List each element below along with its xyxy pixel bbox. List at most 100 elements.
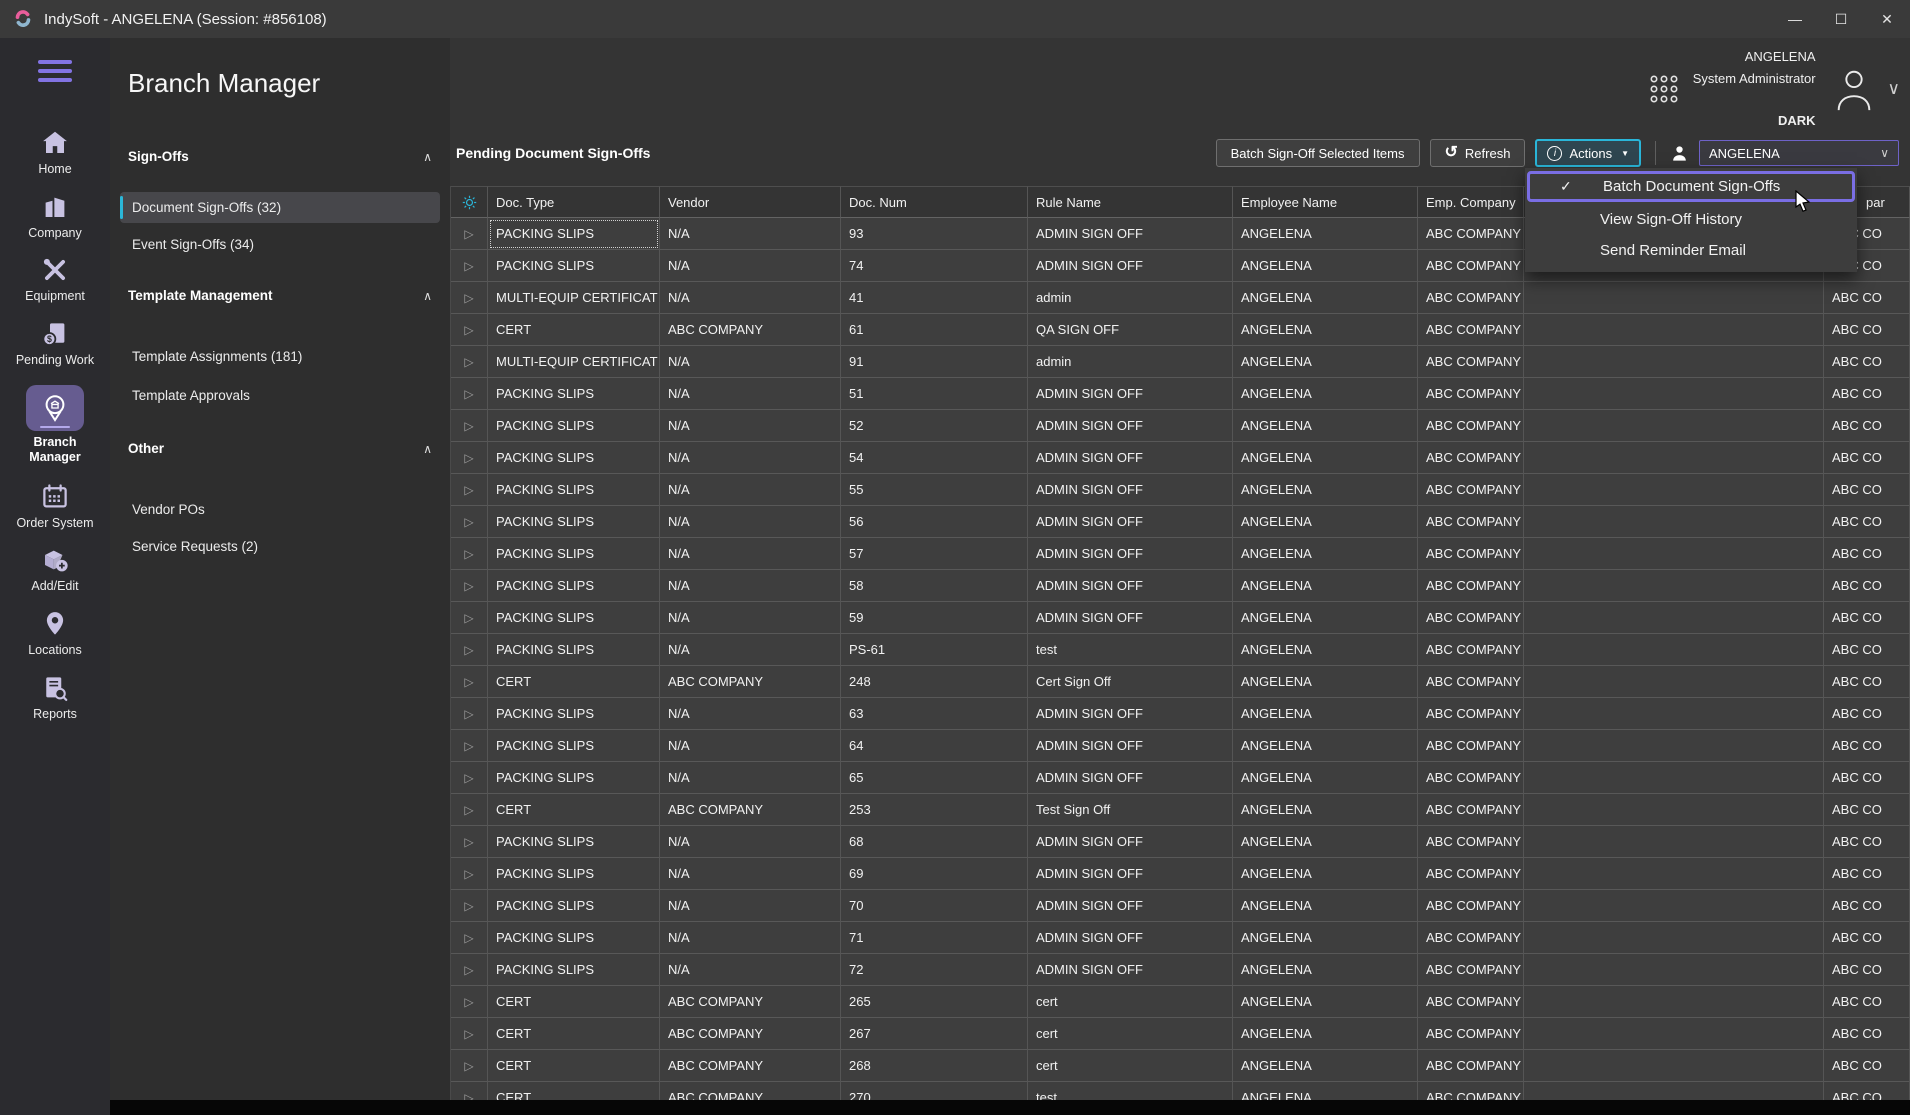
row-expander[interactable]: ▷ (451, 858, 488, 890)
cell-partial[interactable]: ABC CO (1824, 602, 1910, 634)
row-expander[interactable]: ▷ (451, 698, 488, 730)
cell-emp-company[interactable]: ABC COMPANY (1418, 634, 1524, 666)
cell-rule-name[interactable]: ADMIN SIGN OFF (1028, 890, 1233, 922)
cell-doc-num[interactable]: 58 (841, 570, 1028, 602)
cell-doc-num[interactable]: 68 (841, 826, 1028, 858)
sidebar-item-locations[interactable]: Locations (0, 609, 110, 659)
cell-employee-name[interactable]: ANGELENA (1233, 1018, 1418, 1050)
cell-extra[interactable] (1524, 922, 1824, 954)
cell-vendor[interactable]: N/A (660, 250, 841, 282)
cell-rule-name[interactable]: ADMIN SIGN OFF (1028, 378, 1233, 410)
cell-vendor[interactable]: ABC COMPANY (660, 314, 841, 346)
cell-rule-name[interactable]: ADMIN SIGN OFF (1028, 442, 1233, 474)
table-row[interactable]: ▷ PACKING SLIPS N/A PS-61 test ANGELENA … (451, 634, 1910, 666)
row-expander[interactable]: ▷ (451, 346, 488, 378)
app-grid-icon[interactable] (1649, 74, 1679, 104)
cell-employee-name[interactable]: ANGELENA (1233, 410, 1418, 442)
panel-item-vendor-pos[interactable]: Vendor POs (120, 494, 440, 525)
cell-doc-type[interactable]: PACKING SLIPS (488, 922, 660, 954)
cell-vendor[interactable]: ABC COMPANY (660, 1082, 841, 1100)
cell-employee-name[interactable]: ANGELENA (1233, 698, 1418, 730)
cell-doc-num[interactable]: 253 (841, 794, 1028, 826)
cell-partial[interactable]: ABC CO (1824, 538, 1910, 570)
cell-partial[interactable]: ABC CO (1824, 698, 1910, 730)
cell-emp-company[interactable]: ABC COMPANY (1418, 890, 1524, 922)
cell-doc-num[interactable]: 59 (841, 602, 1028, 634)
cell-partial[interactable]: ABC CO (1824, 762, 1910, 794)
cell-employee-name[interactable]: ANGELENA (1233, 346, 1418, 378)
avatar[interactable] (1830, 66, 1878, 112)
table-row[interactable]: ▷ PACKING SLIPS N/A 63 ADMIN SIGN OFF AN… (451, 698, 1910, 730)
cell-employee-name[interactable]: ANGELENA (1233, 890, 1418, 922)
cell-extra[interactable] (1524, 698, 1824, 730)
column-header-rule-name[interactable]: Rule Name (1028, 186, 1233, 218)
row-expander[interactable]: ▷ (451, 570, 488, 602)
cell-rule-name[interactable]: ADMIN SIGN OFF (1028, 698, 1233, 730)
cell-rule-name[interactable]: admin (1028, 346, 1233, 378)
table-row[interactable]: ▷ PACKING SLIPS N/A 68 ADMIN SIGN OFF AN… (451, 826, 1910, 858)
cell-emp-company[interactable]: ABC COMPANY (1418, 282, 1524, 314)
cell-extra[interactable] (1524, 1050, 1824, 1082)
cell-rule-name[interactable]: cert (1028, 1018, 1233, 1050)
cell-emp-company[interactable]: ABC COMPANY (1418, 922, 1524, 954)
cell-rule-name[interactable]: ADMIN SIGN OFF (1028, 602, 1233, 634)
cell-emp-company[interactable]: ABC COMPANY (1418, 1050, 1524, 1082)
table-row[interactable]: ▷ PACKING SLIPS N/A 64 ADMIN SIGN OFF AN… (451, 730, 1910, 762)
cell-employee-name[interactable]: ANGELENA (1233, 634, 1418, 666)
table-row[interactable]: ▷ PACKING SLIPS N/A 57 ADMIN SIGN OFF AN… (451, 538, 1910, 570)
cell-rule-name[interactable]: test (1028, 1082, 1233, 1100)
menu-item-view-sign-off-history[interactable]: View Sign-Off History (1525, 204, 1857, 235)
cell-extra[interactable] (1524, 570, 1824, 602)
cell-extra[interactable] (1524, 474, 1824, 506)
table-row[interactable]: ▷ PACKING SLIPS N/A 58 ADMIN SIGN OFF AN… (451, 570, 1910, 602)
cell-doc-num[interactable]: 61 (841, 314, 1028, 346)
cell-extra[interactable] (1524, 538, 1824, 570)
cell-partial[interactable]: ABC CO (1824, 1082, 1910, 1100)
cell-doc-type[interactable]: CERT (488, 986, 660, 1018)
cell-partial[interactable]: ABC CO (1824, 378, 1910, 410)
cell-partial[interactable]: ABC CO (1824, 282, 1910, 314)
cell-emp-company[interactable]: ABC COMPANY (1418, 602, 1524, 634)
cell-emp-company[interactable]: ABC COMPANY (1418, 826, 1524, 858)
maximize-button[interactable]: ☐ (1818, 0, 1864, 38)
table-row[interactable]: ▷ PACKING SLIPS N/A 69 ADMIN SIGN OFF AN… (451, 858, 1910, 890)
cell-partial[interactable]: ABC CO (1824, 986, 1910, 1018)
cell-doc-num[interactable]: 72 (841, 954, 1028, 986)
cell-doc-type[interactable]: PACKING SLIPS (488, 730, 660, 762)
chevron-down-icon[interactable]: ∨ (1888, 79, 1900, 99)
cell-partial[interactable]: ABC CO (1824, 314, 1910, 346)
cell-partial[interactable]: ABC CO (1824, 858, 1910, 890)
cell-extra[interactable] (1524, 730, 1824, 762)
row-expander[interactable]: ▷ (451, 218, 488, 250)
row-expander[interactable]: ▷ (451, 314, 488, 346)
cell-employee-name[interactable]: ANGELENA (1233, 826, 1418, 858)
cell-emp-company[interactable]: ABC COMPANY (1418, 730, 1524, 762)
cell-doc-type[interactable]: CERT (488, 1018, 660, 1050)
sidebar-item-home[interactable]: Home (0, 128, 110, 178)
cell-partial[interactable]: ABC CO (1824, 442, 1910, 474)
cell-doc-type[interactable]: PACKING SLIPS (488, 762, 660, 794)
cell-employee-name[interactable]: ANGELENA (1233, 314, 1418, 346)
cell-partial[interactable]: ABC CO (1824, 346, 1910, 378)
close-button[interactable]: ✕ (1864, 0, 1910, 38)
cell-extra[interactable] (1524, 634, 1824, 666)
cell-extra[interactable] (1524, 282, 1824, 314)
cell-doc-num[interactable]: 248 (841, 666, 1028, 698)
cell-employee-name[interactable]: ANGELENA (1233, 762, 1418, 794)
user-filter-combobox[interactable]: ANGELENA ∨ (1699, 140, 1899, 166)
cell-doc-type[interactable]: PACKING SLIPS (488, 570, 660, 602)
cell-rule-name[interactable]: ADMIN SIGN OFF (1028, 474, 1233, 506)
column-header-doc-num[interactable]: Doc. Num (841, 186, 1028, 218)
cell-employee-name[interactable]: ANGELENA (1233, 730, 1418, 762)
cell-doc-type[interactable]: PACKING SLIPS (488, 506, 660, 538)
row-expander[interactable]: ▷ (451, 442, 488, 474)
cell-rule-name[interactable]: test (1028, 634, 1233, 666)
cell-vendor[interactable]: N/A (660, 506, 841, 538)
cell-rule-name[interactable]: cert (1028, 1050, 1233, 1082)
cell-employee-name[interactable]: ANGELENA (1233, 506, 1418, 538)
column-settings-button[interactable] (451, 186, 488, 218)
cell-doc-num[interactable]: 93 (841, 218, 1028, 250)
cell-vendor[interactable]: N/A (660, 474, 841, 506)
cell-vendor[interactable]: ABC COMPANY (660, 1050, 841, 1082)
cell-partial[interactable]: ABC CO (1824, 666, 1910, 698)
